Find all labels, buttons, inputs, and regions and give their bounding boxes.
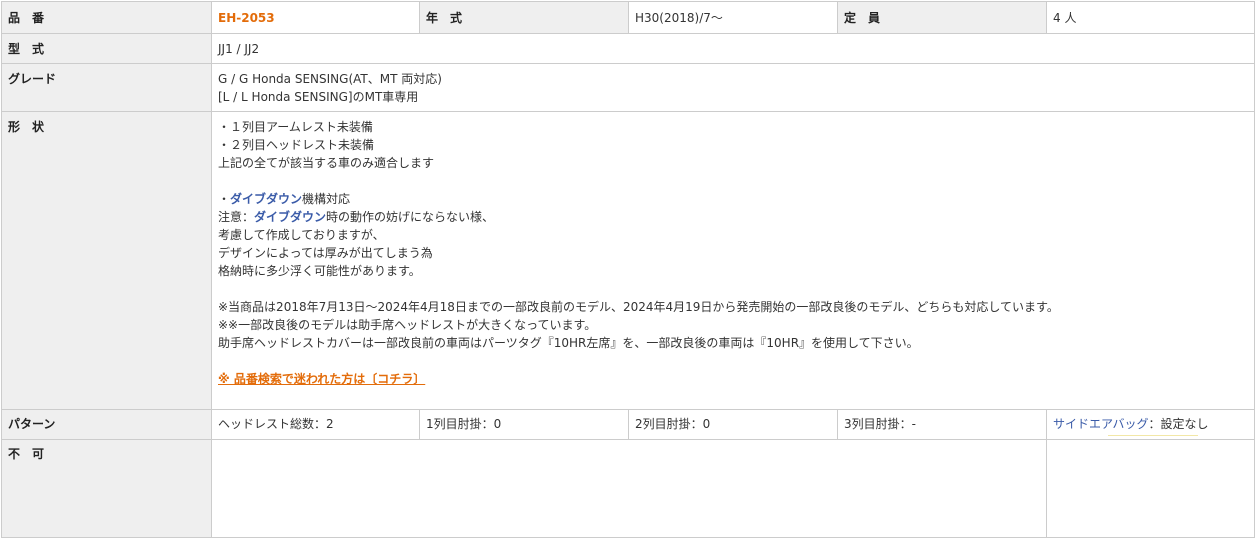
row-pattern: パターン ヘッドレスト総数：2 1列目肘掛：0 2列目肘掛：0 3列目肘掛：- …: [1, 409, 1255, 440]
shape-line: デザインによっては厚みが出てしまう為: [218, 246, 433, 260]
value-year: H30(2018)/7～: [628, 1, 838, 34]
row-grade: グレード G / G Honda SENSING(AT、MT 両対応) [L /…: [1, 63, 1255, 112]
shape-line-note: 注意：ダイブダウン時の動作の妨げにならない様、: [218, 210, 495, 224]
spec-table: 品 番 EH-2053 年 式 H30(2018)/7～ 定 員 4 人 型 式…: [1, 1, 1255, 538]
value-not-allowed: [211, 439, 1047, 538]
label-model: 型 式: [1, 33, 212, 64]
value-not-allowed-extra: [1046, 439, 1255, 538]
side-airbag-link[interactable]: サイドエアバッグ: [1053, 417, 1149, 431]
label-year: 年 式: [419, 1, 629, 34]
row-part-no: 品 番 EH-2053 年 式 H30(2018)/7～ 定 員 4 人: [1, 1, 1255, 34]
dive-down-term: ダイブダウン: [254, 210, 327, 224]
value-side-airbag: サイドエアバッグ：設定なし: [1046, 409, 1255, 440]
shape-line: 格納時に多少浮く可能性があります。: [218, 264, 421, 278]
shape-line: 考慮して作成しておりますが、: [218, 228, 385, 242]
value-part-no: EH-2053: [211, 1, 420, 34]
shape-line: ※当商品は2018年7月13日～2024年4月18日までの一部改良前のモデル、2…: [218, 300, 1059, 314]
value-row1-armrest: 1列目肘掛：0: [419, 409, 629, 440]
dive-down-term: ダイブダウン: [230, 192, 303, 206]
row-not-allowed: 不 可: [1, 439, 1255, 538]
value-capacity: 4 人: [1046, 1, 1255, 34]
label-not-allowed: 不 可: [1, 439, 212, 538]
value-row3-armrest: 3列目肘掛：-: [837, 409, 1047, 440]
value-row2-armrest: 2列目肘掛：0: [628, 409, 838, 440]
label-capacity: 定 員: [837, 1, 1047, 34]
shape-line-dive: ・ダイブダウン機構対応: [218, 192, 351, 206]
part-search-help-link[interactable]: ※ 品番検索で迷われた方は〔コチラ〕: [218, 372, 425, 386]
value-grade: G / G Honda SENSING(AT、MT 両対応) [L / L Ho…: [211, 63, 1255, 112]
value-shape: ・１列目アームレスト未装備 ・２列目ヘッドレスト未装備 上記の全てが該当する車の…: [211, 111, 1255, 410]
grade-line: G / G Honda SENSING(AT、MT 両対応): [218, 72, 442, 86]
shape-line: 上記の全てが該当する車のみ適合します: [218, 156, 435, 170]
label-grade: グレード: [1, 63, 212, 112]
value-model: JJ1 / JJ2: [211, 33, 1255, 64]
shape-line: ・２列目ヘッドレスト未装備: [218, 138, 375, 152]
label-pattern: パターン: [1, 409, 212, 440]
row-shape: 形 状 ・１列目アームレスト未装備 ・２列目ヘッドレスト未装備 上記の全てが該当…: [1, 111, 1255, 410]
shape-line: ※※一部改良後のモデルは助手席ヘッドレストが大きくなっています。: [218, 318, 597, 332]
row-model: 型 式 JJ1 / JJ2: [1, 33, 1255, 64]
shape-line: 助手席ヘッドレストカバーは一部改良前の車両はパーツタグ『10HR左席』を、一部改…: [218, 336, 919, 350]
value-headrest-count: ヘッドレスト総数：2: [211, 409, 420, 440]
label-part-no: 品 番: [1, 1, 212, 34]
label-shape: 形 状: [1, 111, 212, 410]
grade-line: [L / L Honda SENSING]のMT車専用: [218, 90, 419, 104]
shape-line: ・１列目アームレスト未装備: [218, 120, 373, 134]
